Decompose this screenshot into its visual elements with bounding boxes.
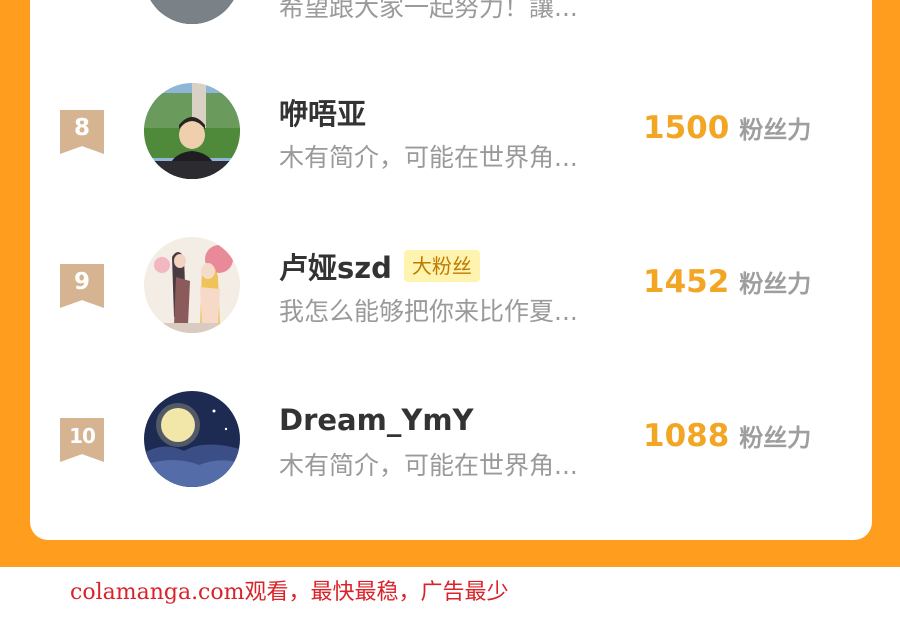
user-bio: 希望跟大家一起努力！讓... — [279, 0, 578, 22]
name-line: 咿唔亚 — [279, 90, 366, 134]
ranking-card: 希望跟大家一起努力！讓... 8 咿唔亚 木有简介，可能在世界角... 1500… — [30, 0, 872, 540]
score-value: 1452 — [643, 264, 730, 300]
ranking-row[interactable]: 10 Dream_YmY 木有简介，可能在世界角... 1088 粉丝力 — [30, 386, 872, 496]
user-name[interactable]: 卢娅szd — [279, 245, 392, 287]
rank-badge: 9 — [60, 264, 104, 308]
fan-power-score: 1452 粉丝力 — [643, 264, 811, 300]
rank-badge: 8 — [60, 110, 104, 154]
score-unit: 粉丝力 — [739, 270, 812, 298]
ranking-row[interactable]: 9 卢娅szd 大粉丝 我怎么能够把你来比作夏... 1452 粉丝力 — [30, 232, 872, 342]
fan-power-score: 1088 粉丝力 — [643, 418, 811, 454]
score-value: 1500 — [643, 110, 730, 146]
user-name[interactable]: Dream_YmY — [279, 403, 474, 437]
avatar[interactable] — [144, 237, 240, 333]
score-unit: 粉丝力 — [739, 424, 812, 452]
big-fan-badge: 大粉丝 — [403, 250, 480, 282]
user-bio: 木有简介，可能在世界角... — [279, 143, 578, 172]
user-name[interactable]: 咿唔亚 — [279, 91, 366, 133]
avatar[interactable] — [144, 0, 240, 24]
ranking-row-partial[interactable]: 希望跟大家一起努力！讓... — [30, 0, 872, 38]
ranking-row[interactable]: 8 咿唔亚 木有简介，可能在世界角... 1500 粉丝力 — [30, 78, 872, 188]
name-line: Dream_YmY — [279, 398, 474, 442]
fan-power-score: 1500 粉丝力 — [643, 110, 811, 146]
score-value: 1088 — [643, 418, 730, 454]
rank-badge: 10 — [60, 418, 104, 462]
avatar[interactable] — [144, 83, 240, 179]
user-bio: 木有简介，可能在世界角... — [279, 451, 578, 480]
watermark-text: colamanga.com观看，最快最稳，广告最少 — [70, 580, 509, 605]
avatar[interactable] — [144, 391, 240, 487]
user-bio: 我怎么能够把你来比作夏... — [279, 297, 578, 326]
name-line: 卢娅szd 大粉丝 — [279, 244, 480, 288]
score-unit: 粉丝力 — [739, 116, 812, 144]
